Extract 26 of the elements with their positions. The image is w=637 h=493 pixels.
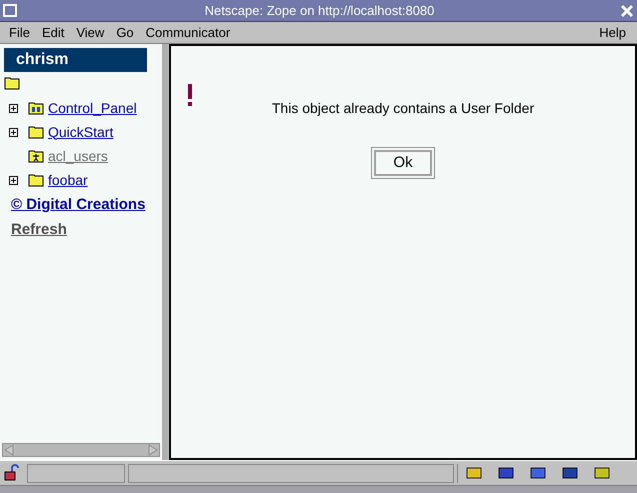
expand-icon[interactable]	[9, 104, 18, 112]
folder-icon	[28, 125, 44, 139]
menu-item[interactable]: File	[3, 22, 36, 42]
tree-link[interactable]: QuickStart	[48, 122, 114, 142]
expand-icon[interactable]	[9, 176, 18, 184]
window-title: Netscape: Zope on http://localhost:8080	[204, 2, 436, 20]
ok-button[interactable]: Ok	[374, 150, 432, 176]
menu-item[interactable]: Help	[591, 22, 634, 42]
tree-link[interactable]: foobar	[48, 170, 88, 190]
tree-link[interactable]: Control_Panel	[48, 98, 137, 118]
control-panel-folder-icon	[28, 101, 44, 115]
menu-item[interactable]: Communicator	[140, 22, 236, 42]
exclamation-icon	[187, 84, 193, 106]
sidebar-link[interactable]: © Digital Creations	[11, 194, 158, 216]
menu-item[interactable]: View	[70, 22, 110, 42]
menu-item[interactable]: Edit	[36, 22, 70, 42]
message-text: This object already contains a User Folder	[272, 99, 534, 118]
menu-item[interactable]: Go	[110, 22, 140, 42]
padlock-icon[interactable]	[3, 464, 21, 482]
user-folder-icon	[28, 149, 44, 163]
folder-icon	[28, 173, 44, 187]
folder-icon	[4, 76, 20, 90]
sidebar-title: chrism	[4, 48, 147, 72]
sidebar-link[interactable]: Refresh	[11, 218, 158, 241]
expand-icon[interactable]	[9, 128, 18, 136]
tree-link[interactable]: acl_users	[48, 146, 108, 166]
